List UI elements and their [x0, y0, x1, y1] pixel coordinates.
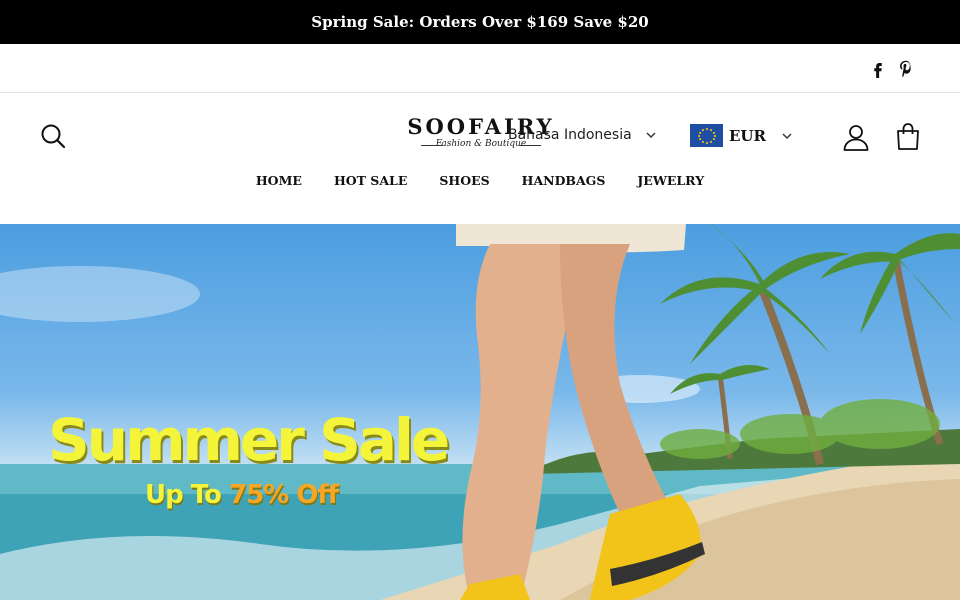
pinterest-icon[interactable]: [897, 59, 915, 79]
eu-flag-icon: [690, 124, 723, 147]
announcement-bar: Spring Sale: Orders Over $169 Save $20: [0, 0, 960, 44]
search-icon[interactable]: [40, 123, 66, 149]
chevron-down-icon: [646, 132, 656, 138]
hero-subtitle: Up To 75% Off: [145, 480, 339, 510]
chevron-down-icon: [782, 133, 792, 139]
currency-selector[interactable]: EUR: [690, 124, 792, 147]
hero-subtitle-prefix: Up To: [145, 480, 229, 510]
site-header: SOOFAIRY Fashion & Boutique Bahasa Indon…: [0, 93, 960, 224]
hero-discount: 75% Off: [228, 480, 339, 510]
language-selector[interactable]: Bahasa Indonesia: [508, 127, 656, 143]
social-bar: [0, 44, 960, 93]
nav-item-jewelry[interactable]: JEWELRY: [621, 173, 720, 188]
nav-item-shoes[interactable]: SHOES: [423, 173, 505, 188]
main-nav: HOME HOT SALE SHOES HANDBAGS JEWELRY: [0, 173, 960, 188]
announcement-text: Spring Sale: Orders Over $169 Save $20: [311, 13, 649, 31]
nav-item-hot-sale[interactable]: HOT SALE: [318, 173, 423, 188]
currency-code: EUR: [729, 126, 766, 145]
facebook-icon[interactable]: [869, 60, 887, 78]
cart-icon[interactable]: [895, 122, 921, 150]
nav-item-handbags[interactable]: HANDBAGS: [506, 173, 622, 188]
hero-banner[interactable]: Summer Sale Up To 75% Off: [0, 224, 960, 600]
language-label: Bahasa Indonesia: [508, 127, 632, 143]
hero-title: Summer Sale: [48, 406, 450, 474]
account-icon[interactable]: [842, 123, 870, 151]
nav-item-home[interactable]: HOME: [240, 173, 318, 188]
